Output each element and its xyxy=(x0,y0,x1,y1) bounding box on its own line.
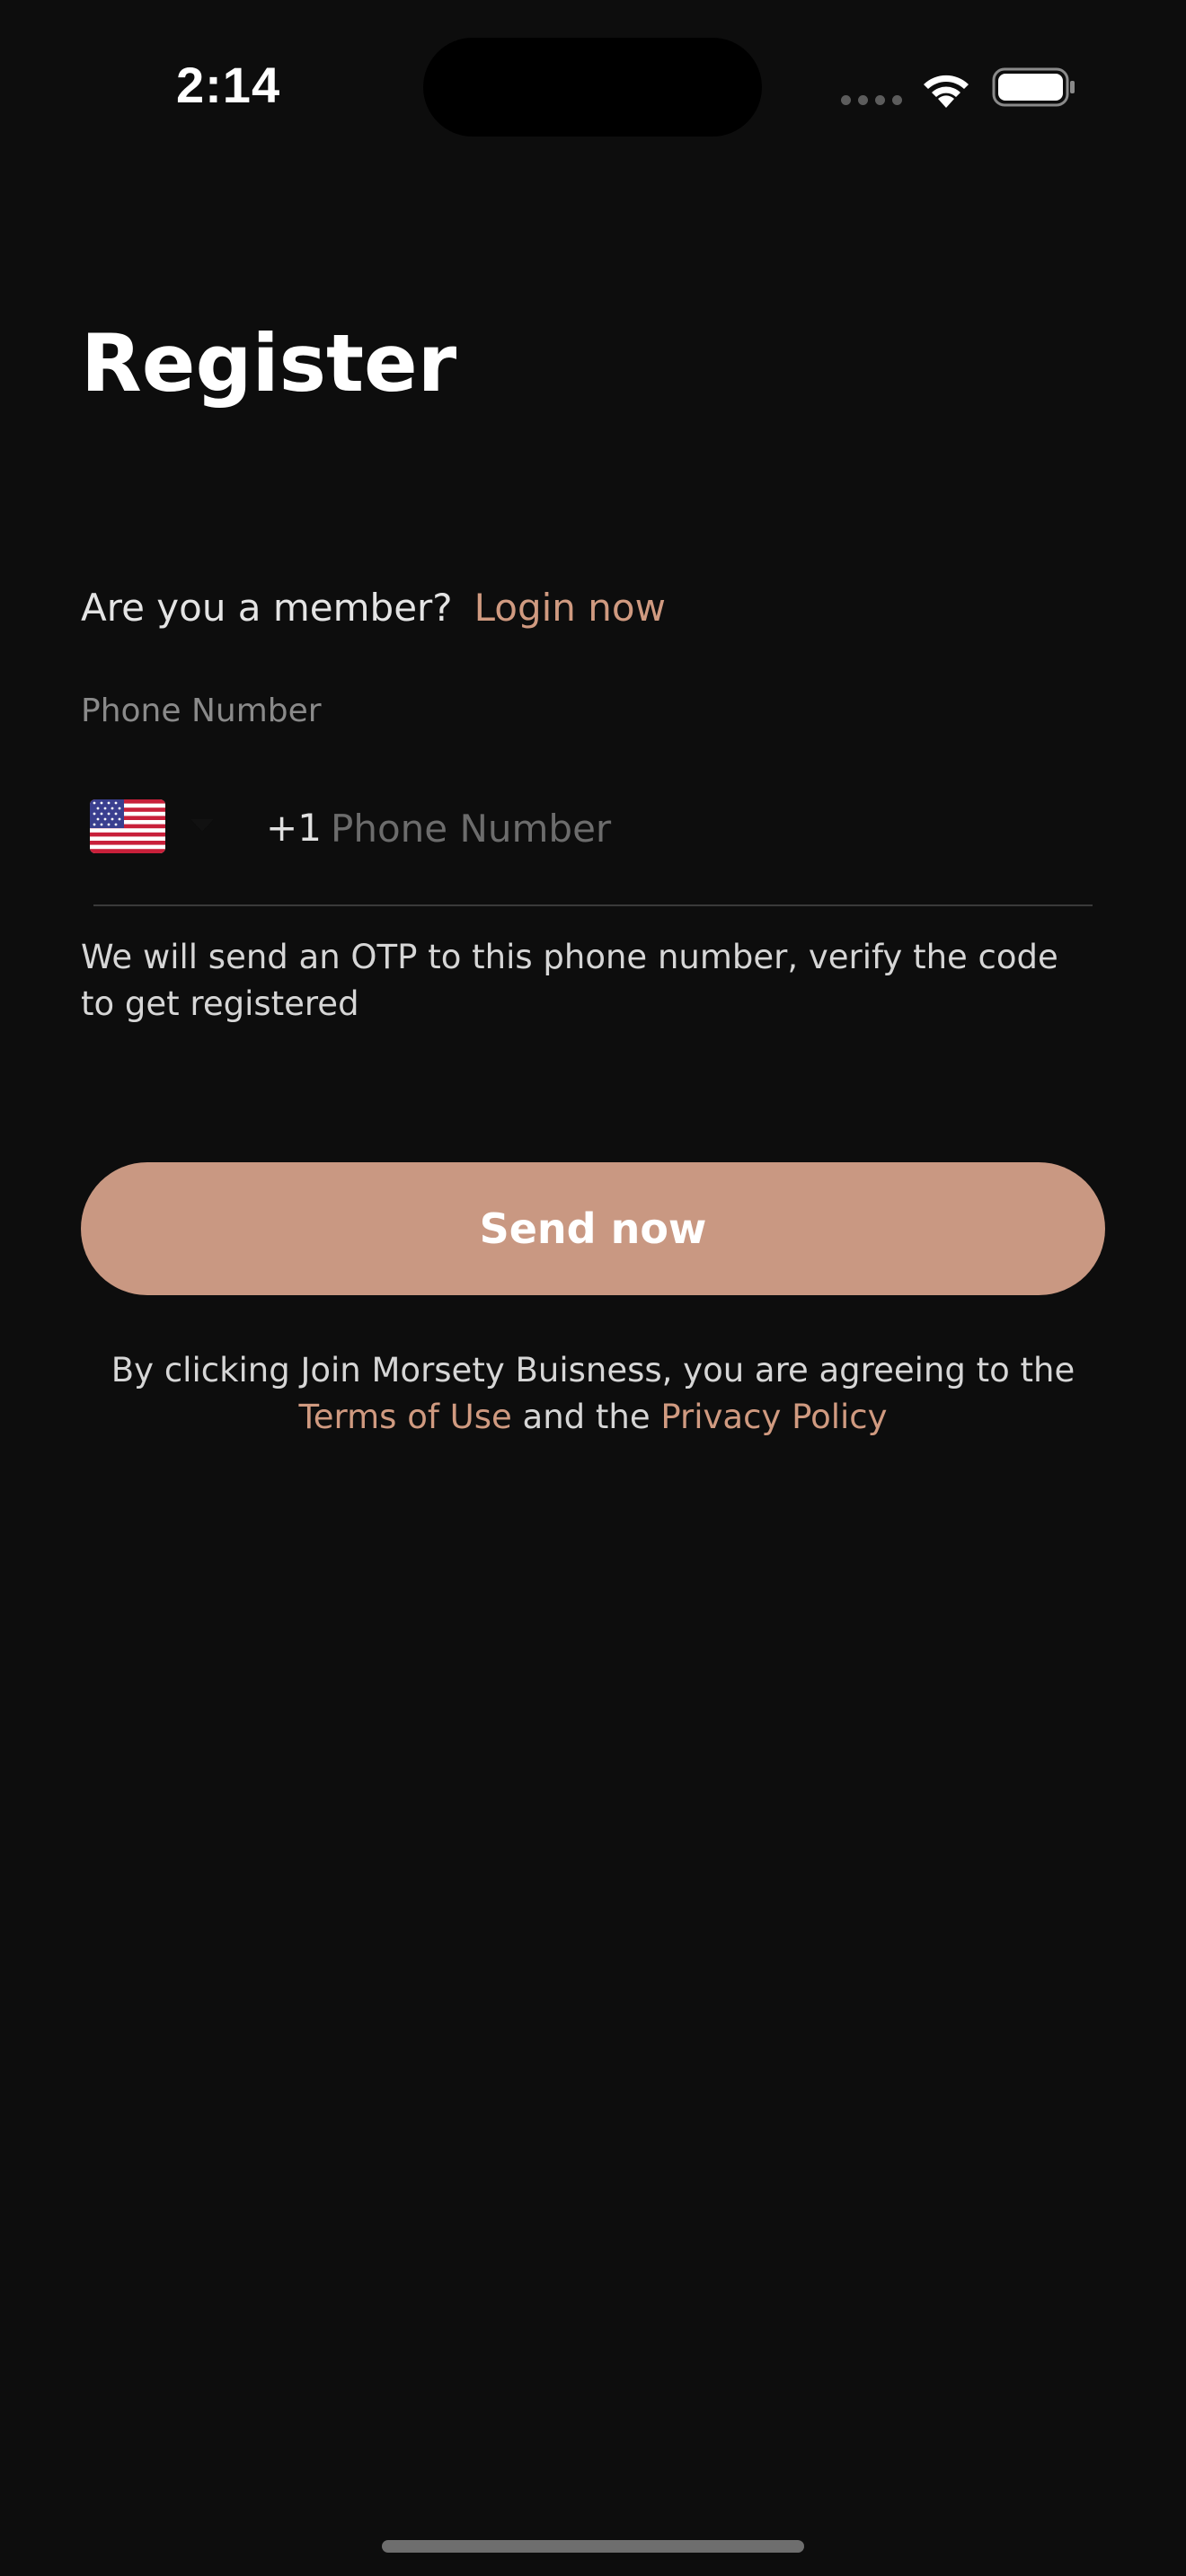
home-indicator[interactable] xyxy=(382,2540,804,2553)
phone-number-row: +1 xyxy=(81,781,1096,907)
member-question: Are you a member? xyxy=(81,586,453,630)
terms-text: By clicking Join Morsety Buisness, you a… xyxy=(81,1347,1105,1441)
phone-field-underline xyxy=(93,904,1093,906)
chevron-down-icon[interactable] xyxy=(190,819,214,832)
phone-number-label: Phone Number xyxy=(81,693,322,729)
terms-middle: and the xyxy=(522,1398,651,1436)
status-bar: 2:14 xyxy=(0,0,1186,180)
send-now-button[interactable]: Send now xyxy=(81,1162,1105,1295)
privacy-policy-link[interactable]: Privacy Policy xyxy=(660,1398,887,1436)
login-now-link[interactable]: Login now xyxy=(474,586,666,630)
dial-code: +1 xyxy=(266,806,322,850)
terms-prefix: By clicking Join Morsety Buisness, you a… xyxy=(111,1351,1075,1389)
us-flag-icon[interactable] xyxy=(90,799,165,853)
status-time: 2:14 xyxy=(176,57,281,113)
wifi-icon xyxy=(924,75,969,108)
otp-helper-text: We will send an OTP to this phone number… xyxy=(81,938,1058,1023)
terms-of-use-link[interactable]: Terms of Use xyxy=(298,1398,511,1436)
phone-number-input[interactable] xyxy=(331,792,1085,864)
cellular-signal-icon xyxy=(841,95,904,106)
battery-icon xyxy=(992,67,1075,107)
page-title: Register xyxy=(81,317,457,410)
member-prompt: Are you a member? Login now xyxy=(81,580,666,636)
dynamic-island xyxy=(423,38,762,137)
